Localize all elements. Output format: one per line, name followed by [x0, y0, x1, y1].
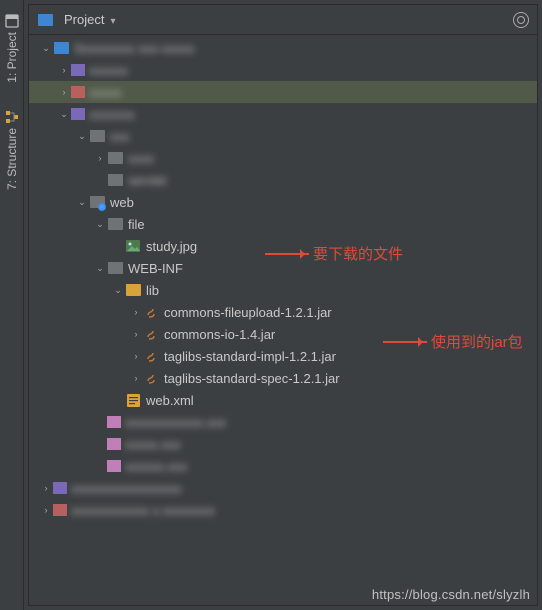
- tree-label: xxxxx.xxx: [125, 437, 181, 452]
- chevron-right-icon[interactable]: ›: [129, 323, 143, 345]
- chevron-right-icon[interactable]: ›: [93, 147, 107, 169]
- jar-icon: [143, 370, 159, 386]
- tree-row[interactable]: › commons-io-1.4.jar: [29, 323, 537, 345]
- tree-label: Sxxxxxxxx xxx-xxxxx: [74, 41, 195, 56]
- jar-icon: [143, 326, 159, 342]
- xml-icon: [125, 392, 141, 408]
- ph-a-icon: [71, 108, 85, 120]
- tree-label: taglibs-standard-impl-1.2.1.jar: [164, 349, 336, 364]
- folder-icon: [89, 128, 105, 144]
- tree-row[interactable]: › xxxxxx: [29, 59, 537, 81]
- chevron-right-icon[interactable]: ›: [129, 367, 143, 389]
- chevron-right-icon[interactable]: ›: [57, 59, 71, 81]
- folder-blue-icon: [53, 40, 69, 56]
- vertical-tab-strip: 1: Project 7: Structure: [0, 0, 24, 610]
- locate-target-icon[interactable]: [513, 12, 529, 28]
- tree-label: xxxxx: [89, 85, 122, 100]
- tree-label: taglibs-standard-spec-1.2.1.jar: [164, 371, 340, 386]
- vtab-label: 7: Structure: [5, 128, 19, 190]
- chevron-right-icon[interactable]: ›: [129, 345, 143, 367]
- tree-label: WEB-INF: [128, 261, 183, 276]
- ph-c-icon: [53, 504, 67, 516]
- tree-row[interactable]: web.xml: [29, 389, 537, 411]
- watermark: https://blog.csdn.net/slyzlh: [372, 587, 530, 602]
- tree-row[interactable]: study.jpg: [29, 235, 537, 257]
- ph-b-icon: [107, 416, 121, 428]
- tree-label: web: [110, 195, 134, 210]
- chevron-down-icon[interactable]: ⌄: [111, 279, 125, 301]
- tree-label: xxxxxxxxxxxxxxxxx: [71, 481, 182, 496]
- chevron-down-icon[interactable]: ⌄: [93, 213, 107, 235]
- tree-row[interactable]: ⌄ WEB-INF: [29, 257, 537, 279]
- tree-row[interactable]: › xxxx: [29, 147, 537, 169]
- folder-lib-icon: [125, 282, 141, 298]
- tree-row[interactable]: › xxxxx: [29, 81, 537, 103]
- tree-row[interactable]: ⌄ web: [29, 191, 537, 213]
- tree-row[interactable]: servlet: [29, 169, 537, 191]
- chevron-down-icon[interactable]: ⌄: [39, 37, 53, 59]
- vtab-label: 1: Project: [5, 32, 19, 83]
- tree-label: study.jpg: [146, 239, 197, 254]
- chevron-right-icon[interactable]: ›: [129, 301, 143, 323]
- ph-c-icon: [71, 86, 85, 98]
- tree-row[interactable]: ⌄ xxx: [29, 125, 537, 147]
- chevron-right-icon[interactable]: ›: [57, 81, 71, 103]
- chevron-down-icon[interactable]: ⌄: [57, 103, 71, 125]
- tree-row[interactable]: › xxxxxxxxxxxxxxxxx: [29, 477, 537, 499]
- vtab-project[interactable]: 1: Project: [0, 14, 24, 83]
- tree-row[interactable]: ⌄ file: [29, 213, 537, 235]
- jar-icon: [143, 348, 159, 364]
- tree-row[interactable]: xxxxxx.xxx: [29, 455, 537, 477]
- folder-icon: [107, 216, 123, 232]
- tree-row[interactable]: › commons-fileupload-1.2.1.jar: [29, 301, 537, 323]
- project-icon: [5, 14, 19, 28]
- tree-label: file: [128, 217, 145, 232]
- jar-icon: [143, 304, 159, 320]
- view-dropdown[interactable]: ▾: [110, 12, 115, 27]
- tree-label: xxxxxx: [89, 63, 128, 78]
- folder-icon: [107, 150, 123, 166]
- vtab-structure[interactable]: 7: Structure: [0, 110, 24, 190]
- tree-row[interactable]: › xxxxxxxxxxxx x.xxxxxxxx: [29, 499, 537, 521]
- folder-icon: [107, 172, 123, 188]
- chevron-down-icon[interactable]: ⌄: [93, 257, 107, 279]
- chevron-right-icon[interactable]: ›: [39, 477, 53, 499]
- chevron-down-icon: ▾: [110, 16, 115, 27]
- tree-row[interactable]: xxxxxxxxxxxx.xxx: [29, 411, 537, 433]
- tree-label: xxx: [110, 129, 130, 144]
- folder-web-icon: [89, 194, 105, 210]
- tree-row[interactable]: ⌄ lib: [29, 279, 537, 301]
- tree-row[interactable]: xxxxx.xxx: [29, 433, 537, 455]
- tree-row[interactable]: ⌄ Sxxxxxxxx xxx-xxxxx: [29, 37, 537, 59]
- tree-label: commons-fileupload-1.2.1.jar: [164, 305, 332, 320]
- ph-a-icon: [71, 64, 85, 76]
- tree-row[interactable]: › taglibs-standard-spec-1.2.1.jar: [29, 367, 537, 389]
- tree-label: xxxxxxx: [89, 107, 135, 122]
- ph-b-icon: [107, 460, 121, 472]
- tree-label: xxxxxx.xxx: [125, 459, 187, 474]
- folder-icon: [107, 260, 123, 276]
- tree-label: servlet: [128, 173, 166, 188]
- tree-row[interactable]: ⌄ xxxxxxx: [29, 103, 537, 125]
- chevron-down-icon[interactable]: ⌄: [75, 191, 89, 213]
- tree-label: web.xml: [146, 393, 194, 408]
- tree-label: xxxx: [128, 151, 154, 166]
- ph-b-icon: [107, 438, 121, 450]
- tree-row[interactable]: › taglibs-standard-impl-1.2.1.jar: [29, 345, 537, 367]
- ph-a-icon: [53, 482, 67, 494]
- project-panel: Project ▾ ⌄Sxxxxxxxx xxx-xxxxx›xxxxxx›xx…: [28, 4, 538, 606]
- tree-label: commons-io-1.4.jar: [164, 327, 275, 342]
- structure-icon: [5, 110, 19, 124]
- folder-icon: [37, 12, 53, 28]
- chevron-down-icon[interactable]: ⌄: [75, 125, 89, 147]
- tree-label: lib: [146, 283, 159, 298]
- tree-label: xxxxxxxxxxxx.xxx: [125, 415, 226, 430]
- project-tree[interactable]: ⌄Sxxxxxxxx xxx-xxxxx›xxxxxx›xxxxx⌄xxxxxx…: [29, 35, 537, 523]
- panel-title: Project: [64, 12, 104, 27]
- img-icon: [125, 238, 141, 254]
- panel-header: Project ▾: [29, 5, 537, 35]
- tree-label: xxxxxxxxxxxx x.xxxxxxxx: [71, 503, 215, 518]
- chevron-right-icon[interactable]: ›: [39, 499, 53, 521]
